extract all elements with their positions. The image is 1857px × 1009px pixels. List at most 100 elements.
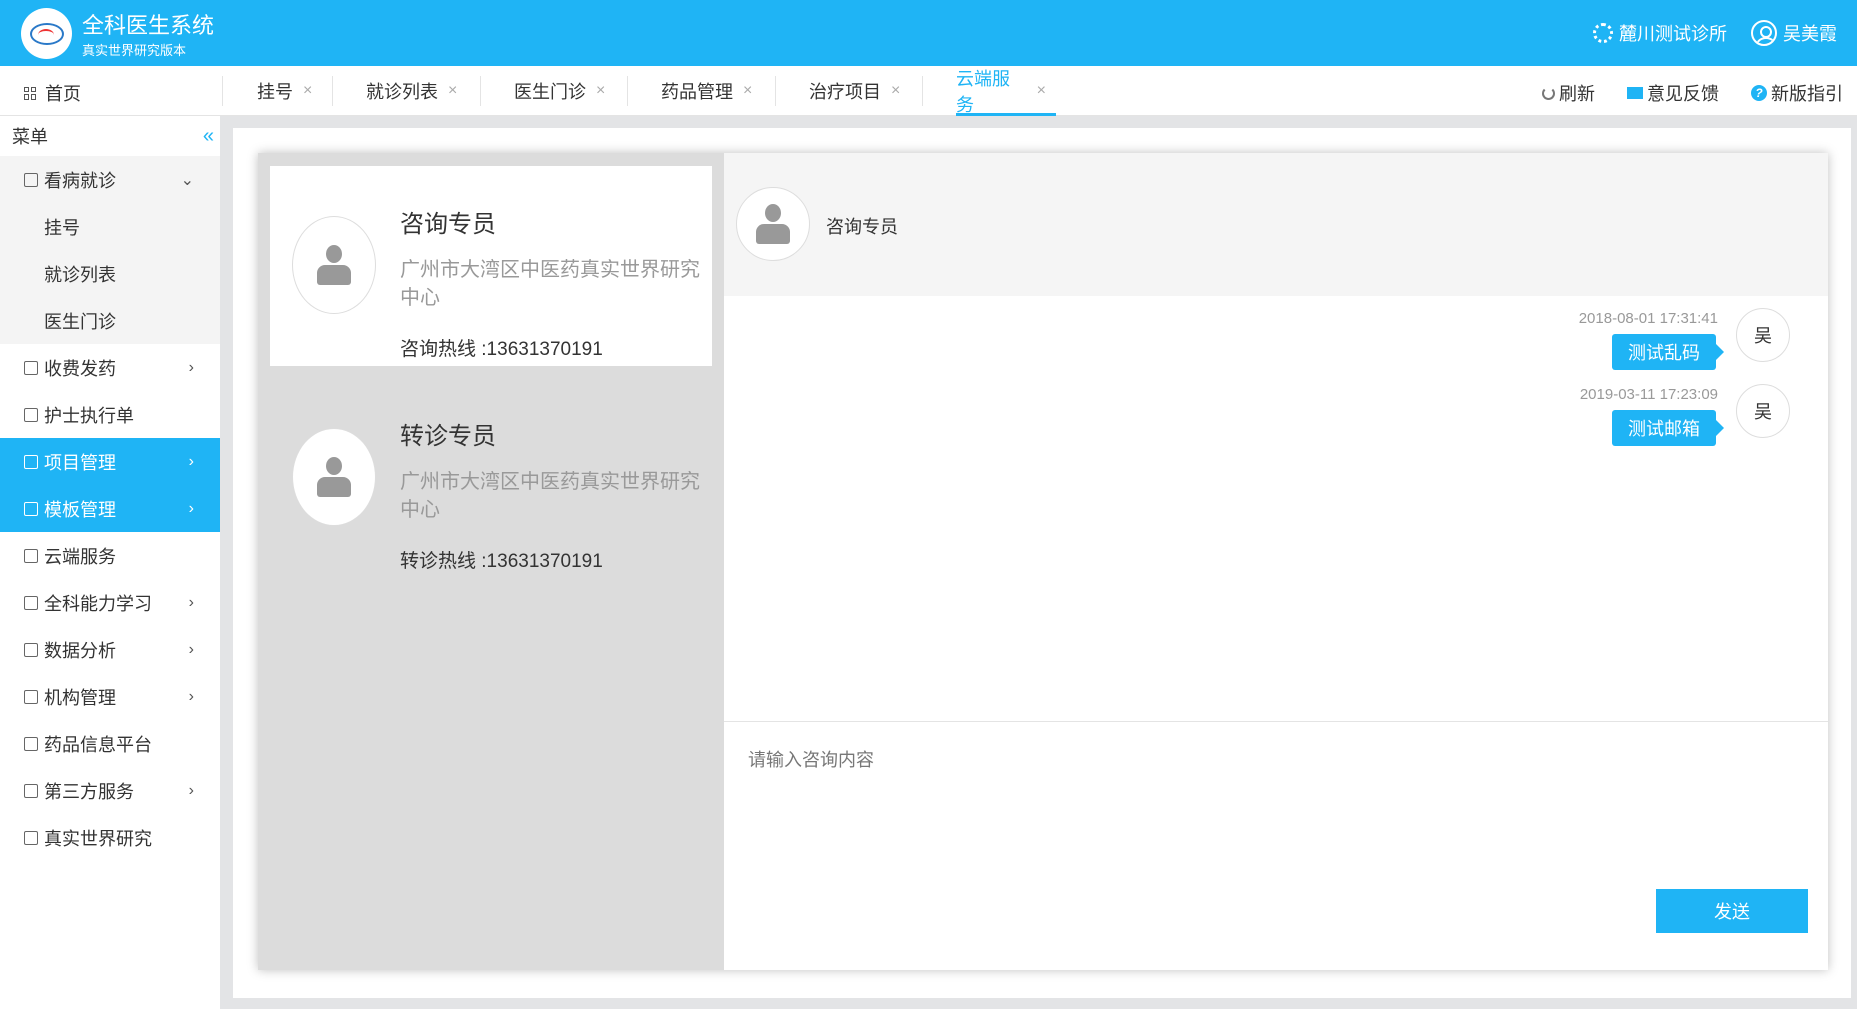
tab-doctor-clinic[interactable]: 医生门诊 ×	[504, 66, 615, 116]
sidebar-item[interactable]: 机构管理 ›	[0, 673, 220, 720]
chevron-right-icon: ›	[188, 781, 194, 799]
tab-label: 医生门诊	[514, 82, 586, 102]
document-icon	[24, 407, 38, 422]
avatar	[292, 216, 376, 314]
sidebar-item-label: 全科能力学习	[44, 593, 152, 614]
person-icon	[756, 204, 790, 244]
app-subtitle: 真实世界研究版本	[82, 43, 187, 58]
chat-contact-name: 咨询专员	[826, 217, 898, 237]
tab-label: 就诊列表	[366, 82, 438, 102]
sidebar-item-label: 就诊列表	[44, 264, 116, 285]
sidebar-item[interactable]: 看病就诊 ⌄	[0, 156, 220, 203]
sidebar-item-label: 云端服务	[44, 546, 116, 567]
sidebar-item[interactable]: 第三方服务 ›	[0, 767, 220, 814]
message-bubble: 测试邮箱	[1612, 410, 1724, 446]
contact-item-referral[interactable]: 转诊专员 广州市大湾区中医药真实世界研究中心 转诊热线 :13631370191	[270, 378, 712, 578]
user-menu[interactable]: 吴美霞	[1751, 20, 1837, 46]
message-avatar: 吴	[1736, 308, 1790, 362]
sidebar-item-label: 医生门诊	[44, 311, 116, 332]
tab-bar: 首页 挂号 × 就诊列表 × 医生门诊 × 药品管理 × 治疗项目 × 云端服务 × 刷新 …	[0, 66, 1857, 116]
clinic-name: 麓川测试诊所	[1619, 24, 1727, 44]
template-icon	[24, 501, 38, 516]
chevron-right-icon: ›	[188, 452, 194, 470]
clinic-icon	[24, 172, 38, 187]
sidebar-header: 菜单 «	[0, 116, 220, 156]
close-icon[interactable]: ×	[596, 82, 605, 100]
sidebar-item-label: 真实世界研究	[44, 828, 152, 849]
contact-org: 广州市大湾区中医药真实世界研究中心	[400, 471, 700, 521]
chevron-right-icon: ›	[188, 358, 194, 376]
person-icon	[317, 245, 351, 285]
chevron-right-icon: ›	[188, 499, 194, 517]
sidebar-item-label: 收费发药	[44, 358, 116, 379]
avatar	[736, 187, 810, 261]
contact-list: 咨询专员 广州市大湾区中医药真实世界研究中心 咨询热线 :13631370191…	[258, 153, 724, 970]
app-logo	[21, 8, 72, 59]
sidebar-item[interactable]: 项目管理 ›	[0, 438, 220, 485]
learning-icon	[24, 595, 38, 610]
contact-item-consult[interactable]: 咨询专员 广州市大湾区中医药真实世界研究中心 咨询热线 :13631370191	[270, 166, 712, 366]
chevron-right-icon: ›	[188, 593, 194, 611]
message-avatar: 吴	[1736, 384, 1790, 438]
sidebar-item[interactable]: 医生门诊	[0, 297, 220, 344]
close-icon[interactable]: ×	[303, 82, 312, 100]
tab-home-label: 首页	[45, 84, 81, 104]
project-icon	[24, 454, 38, 469]
sidebar-item[interactable]: 云端服务	[0, 532, 220, 579]
sidebar-item-label: 药品信息平台	[44, 734, 152, 755]
tab-drug-management[interactable]: 药品管理 ×	[651, 66, 762, 116]
collapse-icon[interactable]: «	[203, 125, 214, 148]
user-name: 吴美霞	[1783, 24, 1837, 44]
tab-cloud-service[interactable]: 云端服务 ×	[946, 66, 1056, 116]
home-grid-icon	[24, 86, 37, 100]
chevron-down-icon: ⌄	[180, 171, 194, 189]
clinic-selector[interactable]: 麓川测试诊所	[1593, 20, 1727, 46]
sidebar-item[interactable]: 药品信息平台	[0, 720, 220, 767]
close-icon[interactable]: ×	[891, 82, 900, 100]
chat-header: 咨询专员	[724, 153, 1828, 296]
feedback-button[interactable]: 意见反馈	[1627, 80, 1719, 106]
message-list: 2018-08-01 17:31:41 测试乱码 吴 2019-03-11 17…	[724, 296, 1828, 721]
avatar	[292, 428, 376, 526]
top-actions: 刷新 意见反馈 ? 新版指引	[1542, 80, 1843, 106]
sidebar-item[interactable]: 模板管理 ›	[0, 485, 220, 532]
tab-treatment[interactable]: 治疗项目 ×	[799, 66, 910, 116]
refresh-icon	[1542, 86, 1555, 100]
cloud-service-card: 咨询专员 广州市大湾区中医药真实世界研究中心 咨询热线 :13631370191…	[258, 153, 1828, 970]
sidebar-item[interactable]: 挂号	[0, 203, 220, 250]
sidebar-item-label: 模板管理	[44, 499, 116, 520]
tab-label: 治疗项目	[809, 82, 881, 102]
sidebar-item-label: 看病就诊	[44, 170, 116, 191]
sidebar-item[interactable]: 真实世界研究	[0, 814, 220, 861]
chat-input-area: 发送	[724, 721, 1828, 970]
refresh-button[interactable]: 刷新	[1542, 80, 1595, 106]
cloud-icon	[24, 548, 38, 563]
guide-button[interactable]: ? 新版指引	[1751, 80, 1843, 106]
tab-home[interactable]: 首页	[24, 80, 81, 106]
contact-name: 咨询专员	[400, 211, 496, 238]
tab-registration[interactable]: 挂号 ×	[247, 66, 322, 116]
close-icon[interactable]: ×	[743, 82, 752, 100]
tab-label: 挂号	[257, 82, 293, 102]
sidebar-item-label: 机构管理	[44, 687, 116, 708]
tab-label: 云端服务	[956, 69, 1010, 115]
mail-icon	[1627, 87, 1643, 99]
message-input[interactable]	[748, 746, 1798, 866]
sidebar-item[interactable]: 就诊列表	[0, 250, 220, 297]
sidebar-item[interactable]: 数据分析 ›	[0, 626, 220, 673]
chevron-right-icon: ›	[188, 687, 194, 705]
close-icon[interactable]: ×	[1037, 82, 1046, 100]
send-button[interactable]: 发送	[1656, 889, 1808, 933]
app-title: 全科医生系统	[82, 13, 215, 38]
tab-visit-list[interactable]: 就诊列表 ×	[356, 66, 467, 116]
sidebar-item-label: 护士执行单	[44, 405, 134, 426]
sidebar-item[interactable]: 收费发药 ›	[0, 344, 220, 391]
medicine-icon	[24, 736, 38, 751]
contact-org: 广州市大湾区中医药真实世界研究中心	[400, 259, 700, 309]
sidebar-item[interactable]: 护士执行单	[0, 391, 220, 438]
sidebar-item-label: 第三方服务	[44, 781, 134, 802]
close-icon[interactable]: ×	[448, 82, 457, 100]
flag-icon	[24, 689, 38, 704]
sidebar-item[interactable]: 全科能力学习 ›	[0, 579, 220, 626]
sidebar-item-label: 数据分析	[44, 640, 116, 661]
